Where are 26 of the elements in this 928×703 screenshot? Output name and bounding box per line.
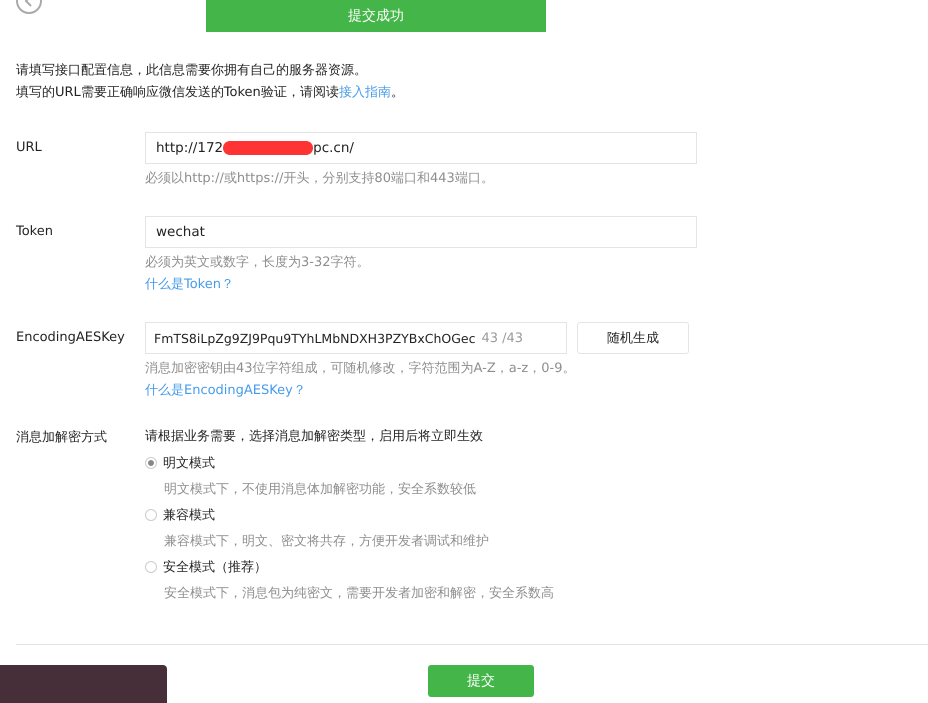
hint-text: 必须为英文或数字，长度为3-32字符。: [145, 254, 370, 272]
option-description: 明文模式下，不使用消息体加解密功能，安全系数较低: [164, 481, 476, 498]
field-label: Token: [16, 223, 54, 241]
instruction-text: 请根据业务需要，选择消息加解密类型，启用后将立即生效: [145, 428, 483, 446]
option-label[interactable]: 安全模式（推荐）: [163, 558, 267, 576]
radio-button[interactable]: [145, 457, 157, 469]
field-label: 消息加解密方式: [16, 429, 108, 447]
option-label[interactable]: 兼容模式: [163, 506, 215, 524]
option-label[interactable]: 明文模式: [163, 454, 215, 472]
url-field[interactable]: http://172 pc.cn/: [145, 132, 697, 164]
character-counter: 43 /43: [481, 330, 524, 346]
field-label: EncodingAESKey: [16, 329, 126, 347]
back-icon[interactable]: [16, 0, 42, 14]
option-description: 安全模式下，消息包为纯密文，需要开发者加密和解密，安全系数高: [164, 585, 554, 602]
intro-text: 请填写接口配置信息，此信息需要你拥有自己的服务器资源。: [16, 62, 368, 80]
generate-button[interactable]: 随机生成: [577, 322, 689, 354]
hint-text: 必须以http://或https://开头，分别支持80端口和443端口。: [145, 170, 494, 188]
intro-text: 填写的URL需要正确响应微信发送的Token验证，请阅读接入指南。: [16, 84, 405, 102]
hint-text: 消息加密密钥由43位字符组成，可随机修改，字符范围为A-Z，a-z，0-9。: [145, 360, 576, 378]
success-toast: 提交成功: [206, 0, 546, 32]
token-field[interactable]: wechat: [145, 216, 697, 248]
radio-button[interactable]: [145, 509, 157, 521]
option-description: 兼容模式下，明文、密文将共存，方便开发者调试和维护: [164, 533, 489, 550]
aes-key-field[interactable]: FmTS8iLpZg9ZJ9Pqu9TYhLMbNDXH3PZYBxChOGec 43 /43: [145, 322, 567, 354]
field-label: URL: [16, 139, 43, 157]
radio-button[interactable]: [145, 561, 157, 573]
